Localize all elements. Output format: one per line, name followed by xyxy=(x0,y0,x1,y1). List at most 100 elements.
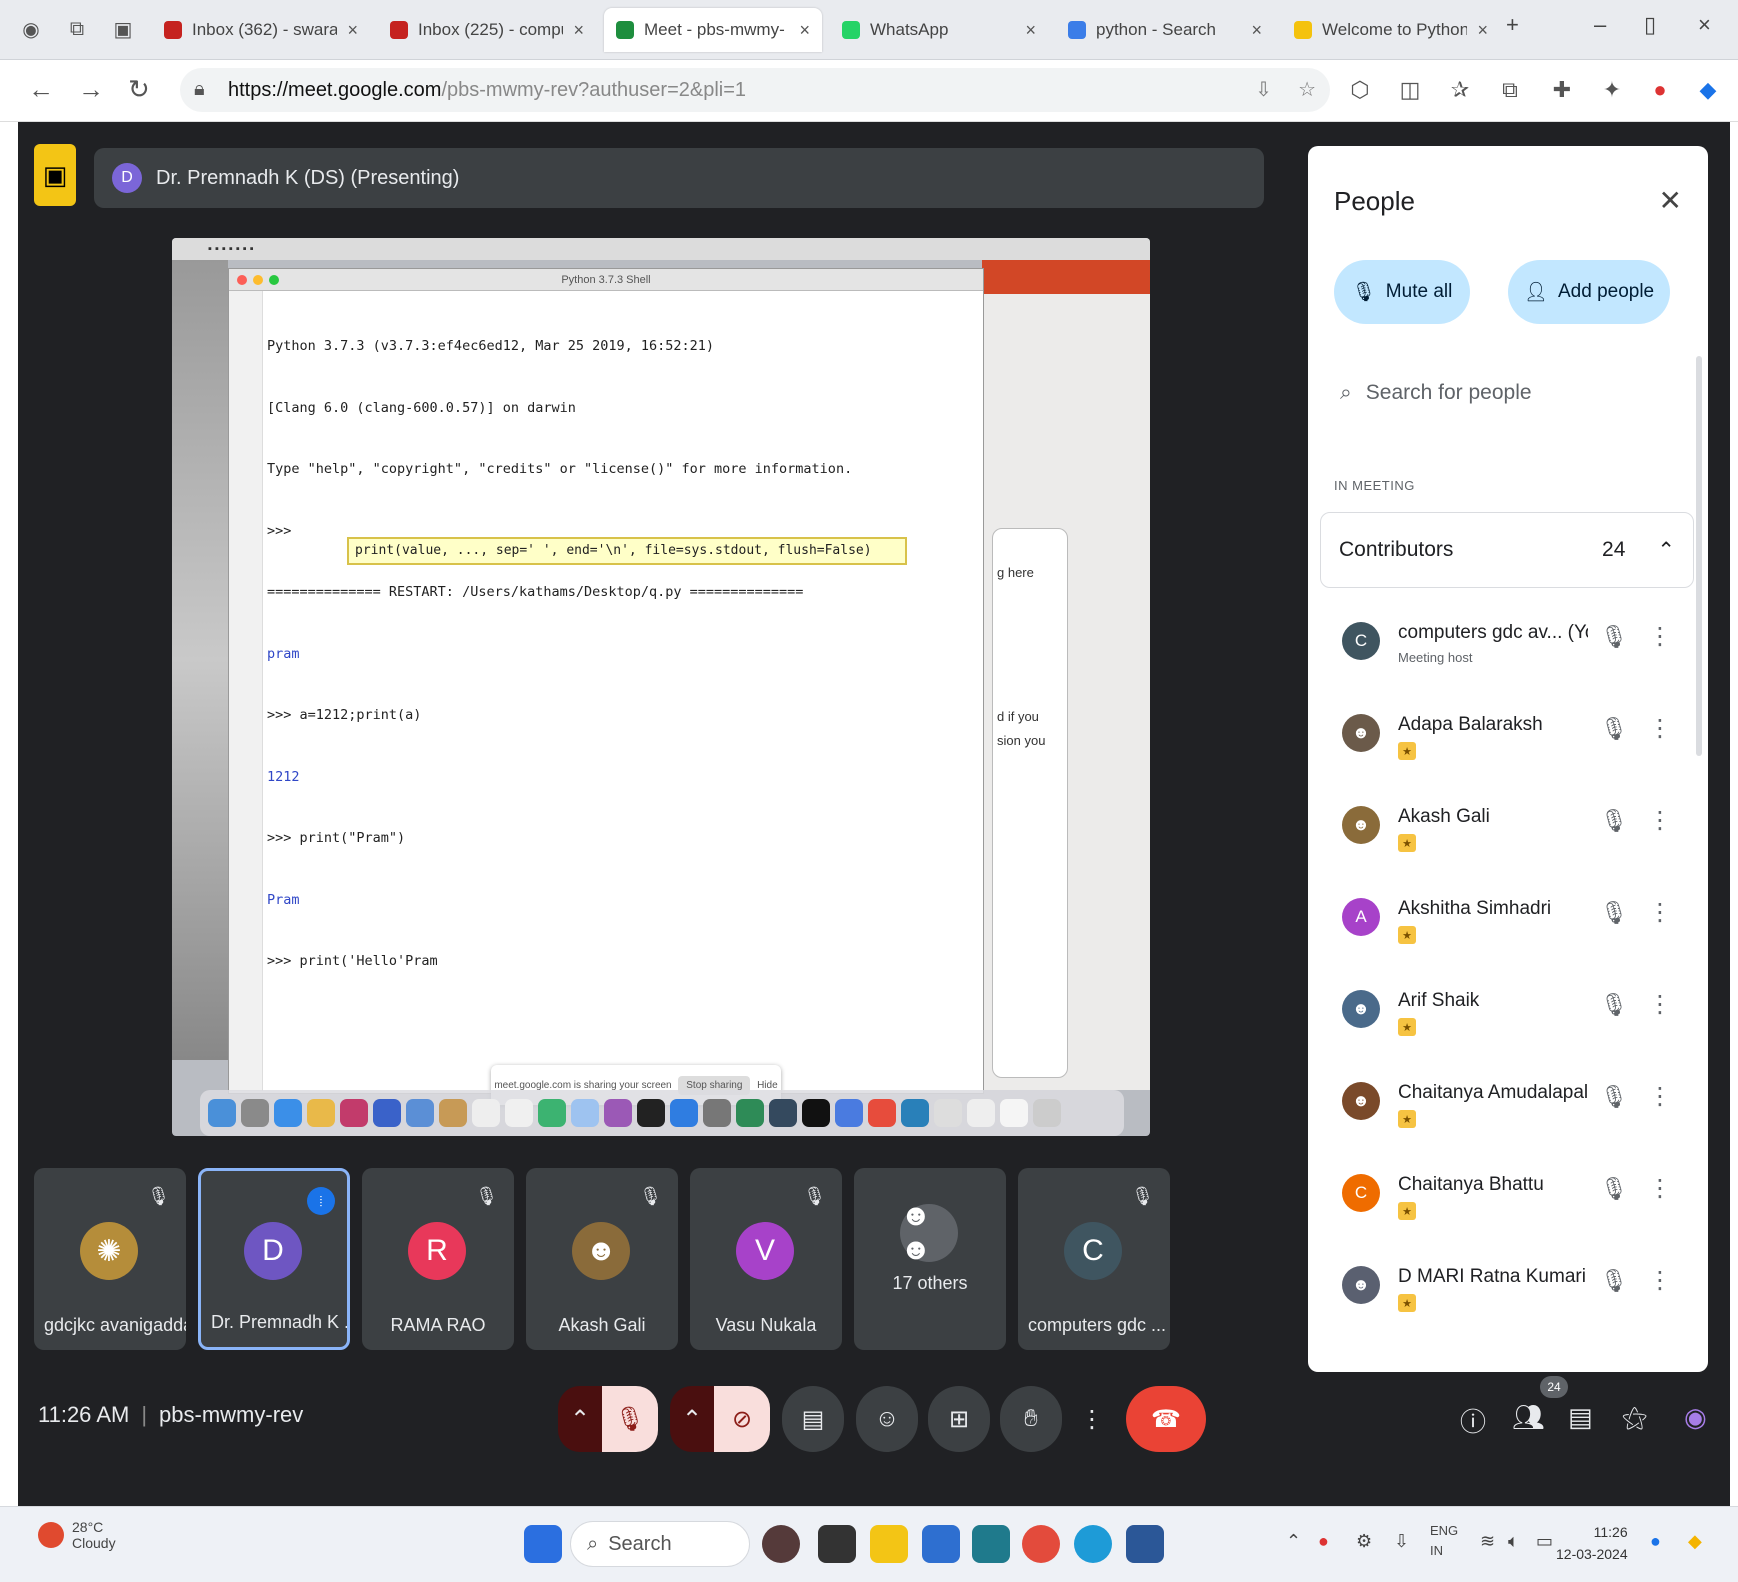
collections-icon[interactable]: ⧉ xyxy=(1496,76,1524,104)
lock-icon[interactable]: 🔒︎ xyxy=(194,78,205,101)
mic-off-icon[interactable]: 🎙︎ xyxy=(1600,1084,1628,1110)
close-tab-icon[interactable]: × xyxy=(1477,20,1488,41)
tray-app-icon[interactable]: ⚙ xyxy=(1356,1531,1372,1552)
profile-icon[interactable]: ◉ xyxy=(14,12,48,46)
close-tab-icon[interactable]: × xyxy=(1025,20,1036,41)
captions-button[interactable]: ▤ xyxy=(782,1386,844,1452)
tab-python-search[interactable]: python - Search × xyxy=(1056,8,1274,52)
others-tile[interactable]: ☻☻ 17 others xyxy=(854,1168,1006,1350)
more-vert-icon[interactable]: ⋮ xyxy=(1648,806,1672,835)
people-icon[interactable]: 👥︎ xyxy=(1512,1402,1545,1433)
close-tab-icon[interactable]: × xyxy=(799,20,810,41)
mic-off-icon[interactable]: 🎙︎ xyxy=(1600,992,1628,1018)
more-vert-icon[interactable]: ⋮ xyxy=(1648,622,1672,651)
more-options-button[interactable]: ⋮ xyxy=(1072,1386,1112,1452)
favorites-icon[interactable]: ✰ xyxy=(1446,76,1474,104)
activities-icon[interactable]: ⚝ xyxy=(1622,1402,1647,1434)
mic-off-icon[interactable]: 🎙︎ xyxy=(1600,1176,1628,1202)
list-item[interactable]: C computers gdc av... (You) Meeting host… xyxy=(1308,606,1708,698)
language-indicator[interactable]: ENG IN xyxy=(1430,1521,1458,1561)
copilot-icon[interactable]: ◆ xyxy=(1694,76,1722,104)
list-item[interactable]: C Chaitanya Bhattu ★ 🎙︎ ⋮ xyxy=(1308,1158,1708,1250)
url-field[interactable]: 🔒︎ https://meet.google.com/pbs-mwmy-rev?… xyxy=(180,68,1330,112)
widget-icon[interactable] xyxy=(762,1525,800,1563)
hide-button[interactable]: Hide xyxy=(757,1080,778,1091)
record-icon[interactable]: ● xyxy=(1646,76,1674,104)
mic-off-icon[interactable]: 🎙︎ xyxy=(1600,808,1628,834)
extension-green-icon[interactable]: ✚ xyxy=(1548,76,1576,104)
extension-puzzle-icon[interactable]: ✦ xyxy=(1598,76,1626,104)
close-icon[interactable]: ✕ xyxy=(1659,184,1682,217)
mute-all-button[interactable]: 🎙︎ Mute all xyxy=(1334,260,1470,324)
split-screen-icon[interactable]: ◫ xyxy=(1396,76,1424,104)
system-clock[interactable]: 11:26 12-03-2024 xyxy=(1556,1521,1628,1565)
copilot-icon[interactable]: ◆ xyxy=(1688,1531,1702,1552)
extension-icon[interactable]: ⬡ xyxy=(1346,76,1374,104)
panel-scrollbar[interactable] xyxy=(1696,356,1702,756)
video-options-button[interactable]: ⌃ xyxy=(670,1386,714,1452)
close-window-icon[interactable]: × xyxy=(1698,12,1711,38)
tray-app-icon[interactable]: ● xyxy=(1318,1531,1329,1552)
mic-off-icon[interactable]: 🎙︎ xyxy=(1600,624,1628,650)
forward-icon[interactable]: → xyxy=(78,74,104,105)
list-item[interactable]: A Akshitha Simhadri ★ 🎙︎ ⋮ xyxy=(1308,882,1708,974)
mic-off-icon[interactable]: 🎙︎ xyxy=(1600,900,1628,926)
mic-off-icon[interactable]: 🎙︎ xyxy=(1600,1268,1628,1294)
mic-off-icon[interactable]: 🎙︎ xyxy=(1600,716,1628,742)
python-shell-window[interactable]: Python 3.7.3 Shell Python 3.7.3 (v3.7.3:… xyxy=(228,268,984,1105)
more-vert-icon[interactable]: ⋮ xyxy=(1648,1174,1672,1203)
leave-call-button[interactable]: ☎︎ xyxy=(1126,1386,1206,1452)
chevron-up-icon[interactable]: ⌃ xyxy=(1286,1531,1301,1552)
list-item[interactable]: ☻ Akash Gali ★ 🎙︎ ⋮ xyxy=(1308,790,1708,882)
chevron-up-icon[interactable]: ⌃ xyxy=(1657,538,1675,563)
mic-toggle-button[interactable]: 🎙︎ xyxy=(602,1386,658,1452)
task-view-icon[interactable] xyxy=(818,1525,856,1563)
more-vert-icon[interactable]: ⋮ xyxy=(1648,898,1672,927)
favorite-star-icon[interactable]: ☆ xyxy=(1298,77,1316,102)
close-tab-icon[interactable]: × xyxy=(573,20,584,41)
minimize-icon[interactable]: – xyxy=(1594,12,1606,38)
camera-toggle-button[interactable]: ⊘ xyxy=(714,1386,770,1452)
participant-tile-self[interactable]: 🎙︎ C computers gdc ... xyxy=(1018,1168,1170,1350)
usb-icon[interactable]: ⇩ xyxy=(1394,1531,1409,1552)
search-people-input[interactable]: ⌕ Search for people xyxy=(1326,362,1682,424)
workspaces-icon[interactable]: ▣ xyxy=(106,12,140,46)
close-tab-icon[interactable]: × xyxy=(1251,20,1262,41)
participant-tile[interactable]: 🎙︎ R RAMA RAO xyxy=(362,1168,514,1350)
more-vert-icon[interactable]: ⋮ xyxy=(1648,714,1672,743)
contributors-group-header[interactable]: Contributors 24 ⌃ xyxy=(1320,512,1694,588)
participant-tile[interactable]: 🎙︎ ✺ gdcjkc avanigadda xyxy=(34,1168,186,1350)
app-icon[interactable] xyxy=(1022,1525,1060,1563)
tab-inbox-swaragi[interactable]: Inbox (362) - swaragi@ × xyxy=(152,8,370,52)
tab-python-org[interactable]: Welcome to Python.org × xyxy=(1282,8,1500,52)
reactions-button[interactable]: ☺ xyxy=(856,1386,918,1452)
shell-input-line[interactable]: >>> print('Hello'Pram xyxy=(267,951,852,972)
new-tab-icon[interactable]: + xyxy=(1506,12,1519,38)
battery-icon[interactable]: ▭ xyxy=(1536,1531,1553,1552)
tab-whatsapp[interactable]: WhatsApp × xyxy=(830,8,1048,52)
participant-tile-speaking[interactable]: ⦙ D Dr. Premnadh K ... xyxy=(198,1168,350,1350)
participant-tile[interactable]: 🎙︎ ☻ Akash Gali xyxy=(526,1168,678,1350)
app-icon[interactable] xyxy=(922,1525,960,1563)
shared-screen[interactable]: ▪ ▪ ▪ ▪ ▪ ▪ ▪ g here d if you sion you P… xyxy=(172,238,1150,1136)
edge-icon[interactable] xyxy=(1074,1525,1112,1563)
tab-inbox-computer[interactable]: Inbox (225) - computer × xyxy=(378,8,596,52)
taskbar-search[interactable]: ⌕ Search xyxy=(570,1521,750,1567)
tab-actions-icon[interactable]: ⧉ xyxy=(60,12,94,46)
more-vert-icon[interactable]: ⋮ xyxy=(1648,990,1672,1019)
list-item[interactable]: ☻ Chaitanya Amudalapalli ★ 🎙︎ ⋮ xyxy=(1308,1066,1708,1158)
windows-start-icon[interactable] xyxy=(524,1525,562,1563)
meeting-details-icon[interactable]: ⓘ xyxy=(1460,1402,1486,1439)
raise-hand-button[interactable]: ✋︎ xyxy=(1000,1386,1062,1452)
store-icon[interactable] xyxy=(972,1525,1010,1563)
back-icon[interactable]: ← xyxy=(28,74,54,105)
more-vert-icon[interactable]: ⋮ xyxy=(1648,1082,1672,1111)
gemini-icon[interactable]: ◉ xyxy=(1684,1402,1707,1433)
chat-icon[interactable]: ▤ xyxy=(1568,1402,1593,1433)
notification-icon[interactable]: ● xyxy=(1650,1531,1661,1552)
volume-icon[interactable]: 🔈︎ xyxy=(1508,1531,1519,1552)
list-item[interactable]: ☻ Adapa Balaraksh ★ 🎙︎ ⋮ xyxy=(1308,698,1708,790)
word-icon[interactable] xyxy=(1126,1525,1164,1563)
close-tab-icon[interactable]: × xyxy=(347,20,358,41)
list-item[interactable]: ☻ Arif Shaik ★ 🎙︎ ⋮ xyxy=(1308,974,1708,1066)
